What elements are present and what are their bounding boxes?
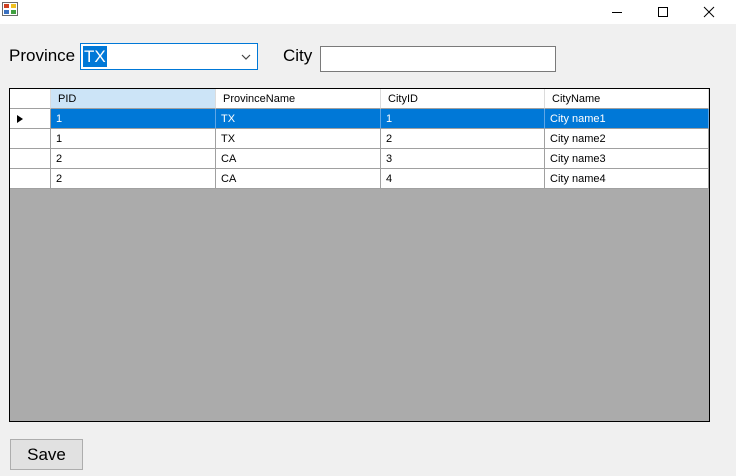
column-header-provincename[interactable]: ProvinceName (216, 89, 381, 109)
column-header-cityname[interactable]: CityName (545, 89, 709, 109)
row-header[interactable] (10, 169, 51, 189)
column-header-pid[interactable]: PID (51, 89, 216, 109)
cell-provincename[interactable]: TX (216, 109, 381, 129)
province-label: Province (9, 46, 76, 65)
row-indicator-icon (17, 115, 23, 123)
cell-pid[interactable]: 2 (51, 169, 216, 189)
cell-cityname[interactable]: City name3 (545, 149, 709, 169)
cell-cityname[interactable]: City name2 (545, 129, 709, 149)
row-header[interactable] (10, 129, 51, 149)
province-combobox[interactable]: TX (80, 43, 258, 70)
province-combobox-value[interactable]: TX (83, 46, 107, 67)
minimize-icon (612, 12, 622, 13)
row-header[interactable] (10, 109, 51, 129)
app-icon[interactable] (2, 2, 18, 16)
cell-pid[interactable]: 2 (51, 149, 216, 169)
maximize-button[interactable] (640, 0, 686, 24)
cell-pid[interactable]: 1 (51, 109, 216, 129)
title-bar (0, 0, 736, 24)
save-button[interactable]: Save (10, 439, 83, 470)
minimize-button[interactable] (594, 0, 640, 24)
cell-provincename[interactable]: TX (216, 129, 381, 149)
city-textbox[interactable] (320, 46, 556, 72)
cell-cityname[interactable]: City name1 (545, 109, 709, 129)
maximize-icon (658, 7, 668, 17)
close-icon (703, 6, 715, 18)
city-label: City (283, 46, 313, 65)
cell-cityid[interactable]: 3 (381, 149, 545, 169)
cell-provincename[interactable]: CA (216, 149, 381, 169)
cell-cityname[interactable]: City name4 (545, 169, 709, 189)
row-header[interactable] (10, 149, 51, 169)
cell-provincename[interactable]: CA (216, 169, 381, 189)
column-header-cityid[interactable]: CityID (381, 89, 545, 109)
grid-corner-header[interactable] (10, 89, 51, 109)
cell-cityid[interactable]: 4 (381, 169, 545, 189)
cell-cityid[interactable]: 2 (381, 129, 545, 149)
data-grid[interactable]: PID ProvinceName CityID CityName 1 TX 1 … (9, 88, 710, 422)
close-button[interactable] (686, 0, 732, 24)
cell-cityid[interactable]: 1 (381, 109, 545, 129)
chevron-down-icon[interactable] (240, 52, 252, 62)
cell-pid[interactable]: 1 (51, 129, 216, 149)
